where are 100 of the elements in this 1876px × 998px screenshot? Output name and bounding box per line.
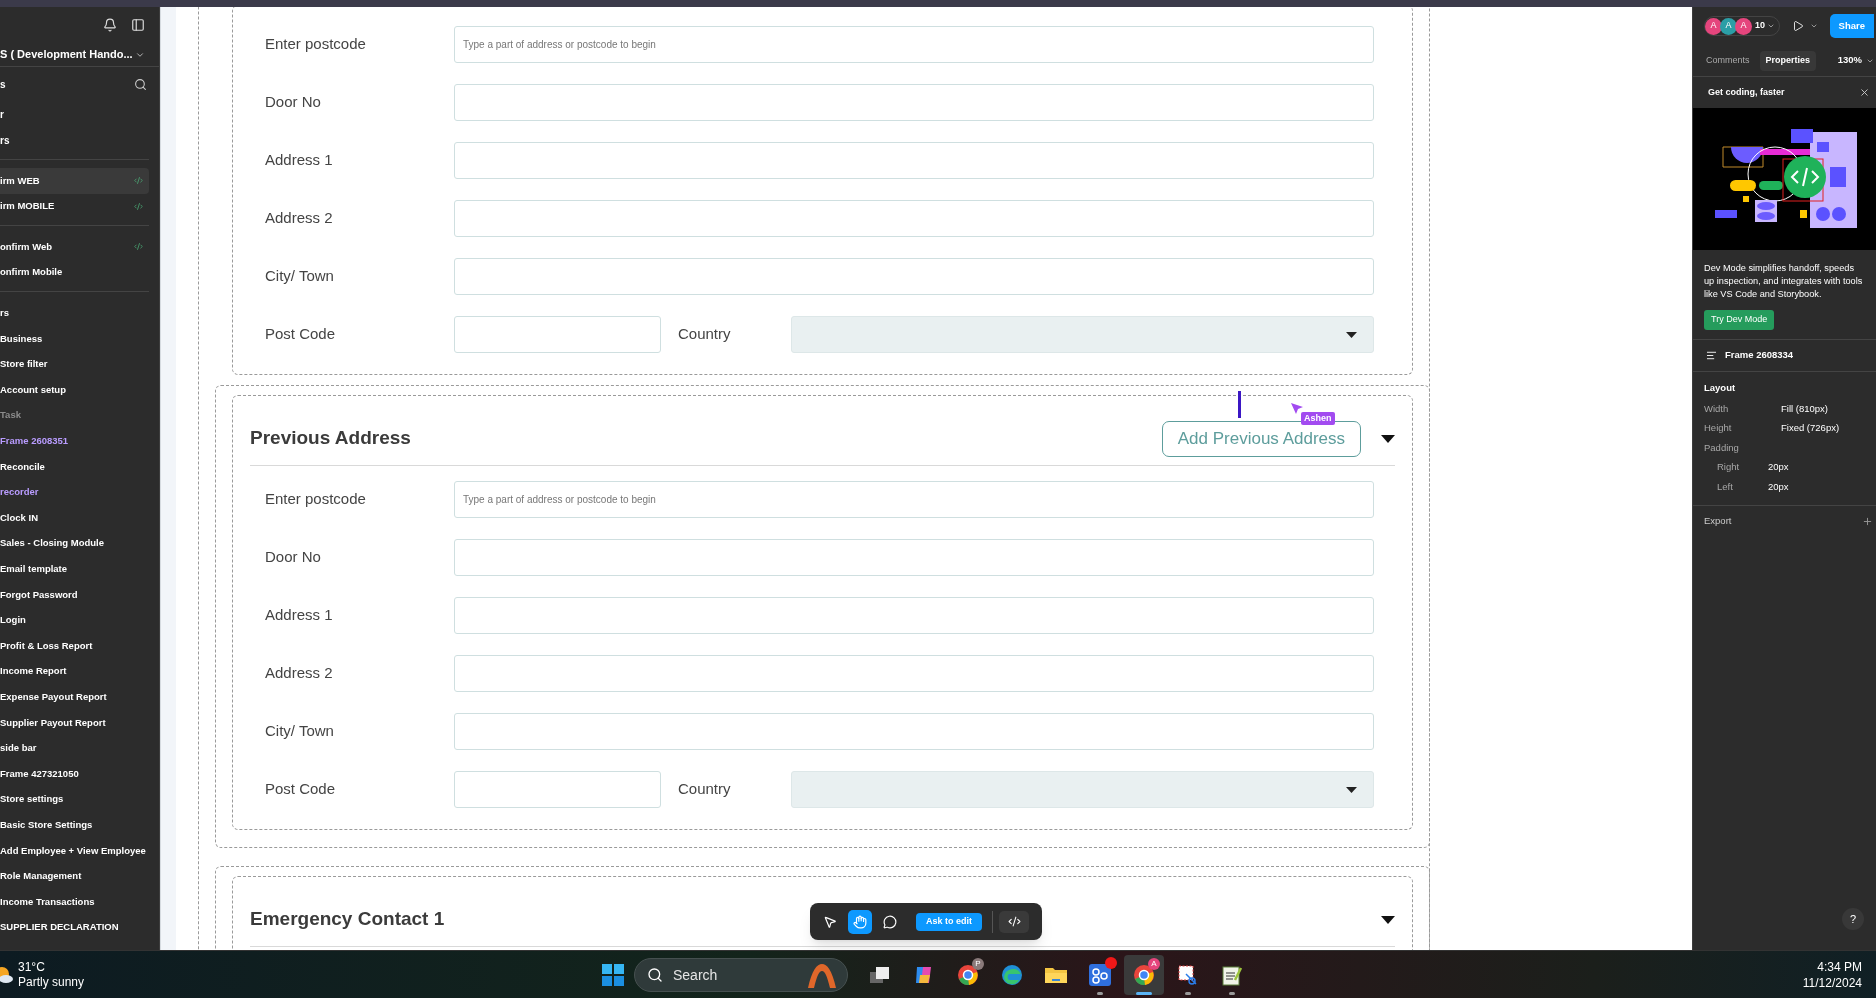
taskbar-app-button[interactable]: P (948, 955, 988, 995)
close-icon[interactable] (1859, 87, 1870, 98)
layer-item[interactable]: onfirm Web (0, 234, 149, 260)
viewer-count: 10 (1755, 19, 1765, 33)
field-label: City/ Town (264, 266, 335, 287)
collapse-caret-icon[interactable] (1381, 915, 1395, 924)
text-input[interactable] (454, 142, 1374, 179)
field-label: City/ Town (264, 721, 335, 742)
layer-item[interactable]: rs (0, 300, 149, 326)
text-input[interactable] (454, 200, 1374, 237)
weather-condition[interactable]: Partly sunny (18, 974, 85, 990)
notepad-icon (1221, 964, 1243, 986)
scissors-app-icon (1177, 964, 1199, 986)
help-button[interactable]: ? (1842, 908, 1864, 930)
code-icon (1007, 915, 1021, 928)
property-value: 20px (1768, 479, 1789, 494)
layer-item[interactable]: Profit & Loss Report (0, 633, 149, 659)
layer-item[interactable]: onfirm Mobile (0, 259, 149, 286)
layer-item[interactable]: Expense Payout Report (0, 684, 149, 710)
text-input[interactable]: Type a part of address or postcode to begin (454, 481, 1374, 518)
text-input[interactable] (454, 84, 1374, 121)
panel-tab[interactable]: Comments (1700, 50, 1756, 71)
property-value: Fill (810px) (1781, 401, 1828, 416)
layer-item[interactable]: Forgot Password (0, 581, 149, 608)
layer-item[interactable]: Account setup (0, 377, 149, 403)
text-input[interactable] (454, 597, 1374, 634)
layer-item[interactable]: Reconcile (0, 453, 149, 480)
layer-item[interactable]: Sales - Closing Module (0, 530, 149, 557)
add-icon[interactable] (1862, 515, 1873, 527)
layer-item[interactable]: Email template (0, 556, 149, 582)
avatar: A (1720, 17, 1737, 35)
postcode-input[interactable] (454, 771, 661, 808)
text-input[interactable] (454, 539, 1374, 576)
layer-item[interactable]: irm MOBILE (0, 193, 149, 220)
text-input[interactable] (454, 655, 1374, 692)
text-input[interactable]: Type a part of address or postcode to begin (454, 26, 1374, 63)
clock-time[interactable]: 4:34 PM (1817, 958, 1862, 975)
layer-item[interactable]: Clock IN (0, 505, 149, 531)
layer-item[interactable]: recorder (0, 479, 149, 506)
browser-icon (957, 964, 979, 986)
arch-illustration-icon (805, 962, 839, 988)
page-item[interactable]: rs (0, 127, 159, 153)
hand-tool-button[interactable] (848, 909, 872, 934)
layer-item[interactable]: Income Transactions (0, 889, 149, 915)
property-value: Fixed (726px) (1781, 421, 1840, 436)
export-heading: Export (1704, 513, 1732, 528)
text-input[interactable] (454, 713, 1374, 750)
zoom-level[interactable]: 130% (1837, 53, 1862, 68)
layer-item[interactable]: irm WEB (0, 168, 149, 194)
speech-bubble-icon (883, 914, 897, 929)
clock-date[interactable]: 11/12/2024 (1802, 974, 1862, 991)
sidebar-toggle-icon[interactable] (131, 18, 145, 32)
dev-mode-toggle[interactable] (999, 910, 1029, 933)
field-label: Post Code (264, 324, 337, 345)
taskbar-app-button[interactable]: A (1124, 955, 1164, 995)
search-icon[interactable] (134, 77, 147, 91)
layer-item[interactable]: Business (0, 325, 149, 352)
panel-tab[interactable]: Properties (1759, 50, 1817, 71)
wave-browser-icon (1001, 964, 1023, 986)
text-input[interactable] (454, 258, 1374, 295)
running-indicator (1136, 992, 1152, 995)
layer-item[interactable]: Frame 427321050 (0, 761, 149, 787)
layer-item[interactable]: Income Report (0, 658, 149, 685)
layer-item[interactable]: Store settings (0, 786, 149, 813)
layer-item[interactable]: side bar (0, 735, 149, 762)
chevron-down-icon[interactable] (1810, 22, 1818, 30)
task-view-icon (869, 965, 891, 985)
property-label: Padding (1704, 440, 1740, 455)
layer-item[interactable]: Frame 2608351 (0, 428, 149, 454)
property-value: 20px (1768, 460, 1789, 475)
weather-temperature[interactable]: 31°C (18, 959, 85, 975)
pages-header: s (0, 77, 6, 92)
layer-item[interactable]: Basic Store Settings (0, 812, 149, 838)
layer-item[interactable]: Add Employee + View Employee (0, 837, 149, 864)
try-dev-mode-button[interactable]: Try Dev Mode (1704, 310, 1775, 330)
property-label: Width (1704, 401, 1730, 416)
taskbar-search-field[interactable]: Search (634, 958, 848, 992)
chevron-down-icon (1767, 22, 1775, 30)
windows-start-icon[interactable] (602, 964, 624, 986)
notification-bell-icon[interactable] (103, 18, 117, 32)
page-item[interactable]: r (0, 101, 159, 127)
avatar: A (1705, 17, 1722, 35)
postcode-input[interactable] (454, 316, 661, 353)
field-label: Door No (264, 92, 322, 113)
layer-item[interactable]: Supplier Payout Report (0, 709, 149, 736)
folder-icon (1044, 965, 1068, 985)
file-title[interactable]: S ( Development Hando... (0, 46, 133, 63)
layer-item[interactable]: Store filter (0, 351, 149, 378)
search-icon (647, 967, 663, 983)
field-label: Post Code (264, 779, 337, 800)
layer-item[interactable]: Login (0, 607, 149, 634)
avatar: A (1735, 17, 1752, 35)
layer-item[interactable]: Task (0, 402, 149, 429)
layer-item[interactable]: SUPPLIER DECLARATION (0, 914, 149, 941)
section-title: Emergency Contact 1 (250, 907, 445, 932)
collapse-caret-icon[interactable] (1381, 434, 1395, 443)
present-icon[interactable] (1792, 20, 1804, 32)
layer-item[interactable]: Role Management (0, 863, 149, 890)
running-indicator (1229, 992, 1235, 995)
collaborator-name-tag: Ashen (1301, 412, 1335, 425)
